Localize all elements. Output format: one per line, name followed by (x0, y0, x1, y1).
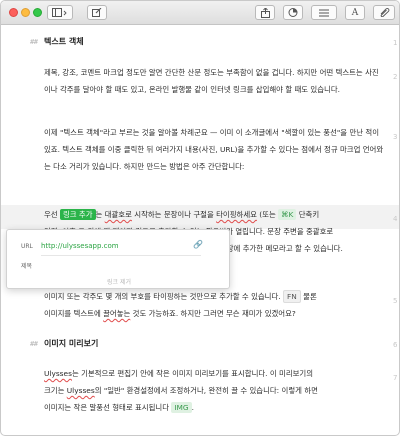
url-field-divider (41, 255, 201, 256)
stats-icon (288, 8, 298, 17)
title-label: 제목 (21, 263, 33, 270)
share-button[interactable] (255, 5, 275, 20)
paragraph[interactable]: 제목, 강조, 코멘트 마크업 정도만 알면 간단한 산문 정도는 부족함이 없… (44, 64, 384, 98)
url-label: URL (21, 243, 33, 250)
share-icon (260, 7, 270, 18)
zoom-window-button[interactable] (33, 8, 42, 17)
sidebar-toggle-button[interactable] (47, 5, 73, 20)
titlebar: A (1, 1, 399, 25)
paragraph[interactable]: Ulysses는 기본적으로 편집기 안에 작은 이미지 미리보기를 표시합니다… (44, 365, 384, 416)
editor-window: A ## 텍스트 객체 제목, 강조, 코멘트 마크업 정도만 알면 간단한 산… (0, 0, 400, 436)
stats-button[interactable] (283, 5, 303, 20)
link-popover: URL http://ulyssesapp.com 🔗 제목 링크 제거 (6, 229, 230, 289)
section-heading[interactable]: 이미지 미리보기 (44, 338, 98, 349)
heading-marker: ## (30, 340, 38, 348)
list-button[interactable] (311, 5, 337, 20)
heading-marker: ## (30, 38, 38, 46)
typography-button[interactable]: A (345, 5, 365, 20)
compose-icon (92, 8, 102, 17)
line-number: 3 (393, 133, 398, 141)
line-number: 7 (393, 374, 398, 382)
attachment-icon (380, 8, 389, 17)
typography-icon: A (351, 7, 359, 18)
copy-link-icon[interactable]: 🔗 (193, 240, 203, 249)
compose-button[interactable] (87, 5, 107, 20)
line-number: 5 (393, 297, 398, 305)
list-icon (319, 9, 329, 16)
attachment-button[interactable] (373, 5, 395, 20)
footnote-tag[interactable]: FN (283, 290, 301, 303)
link-tag[interactable]: 링크 추가 (59, 209, 96, 220)
minimize-window-button[interactable] (21, 8, 30, 17)
line-number: 4 (393, 215, 398, 223)
line-number: 6 (393, 341, 398, 349)
paragraph[interactable]: 이미지 또는 각주도 몇 개의 부호를 타이핑하는 것만으로 추가할 수 있습니… (44, 288, 384, 322)
url-field[interactable]: http://ulyssesapp.com (41, 242, 119, 250)
sidebar-toggle-icon (52, 8, 67, 17)
paragraph[interactable]: 이제 "텍스트 객체"라고 부르는 것을 알아볼 차례군요 — 이미 이 소개글… (44, 124, 384, 175)
section-heading[interactable]: 텍스트 객체 (44, 36, 84, 47)
image-tag[interactable]: IMG (171, 402, 192, 413)
line-number: 1 (393, 39, 398, 47)
line-number: 2 (393, 73, 398, 81)
close-window-button[interactable] (9, 8, 18, 17)
remove-link-button[interactable]: 링크 제거 (7, 277, 231, 286)
keyboard-shortcut-tag[interactable]: ⌘K (278, 209, 297, 220)
